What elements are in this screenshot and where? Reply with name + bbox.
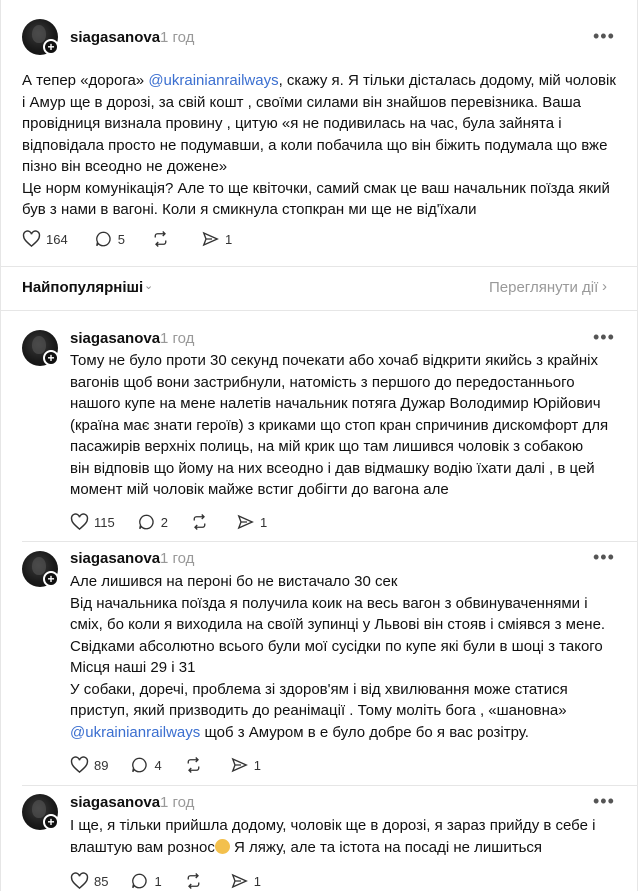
like-button[interactable]: 85 [70, 872, 108, 890]
comment-icon [132, 757, 148, 773]
divider [0, 266, 638, 267]
mention-link[interactable]: @ukrainianrailways [70, 724, 200, 741]
follow-plus-icon[interactable]: + [43, 571, 59, 587]
comment-button[interactable]: 5 [94, 230, 125, 248]
post-username[interactable]: siagasanova [70, 29, 160, 46]
share-icon [231, 757, 248, 773]
like-count: 85 [94, 873, 109, 889]
reply-time[interactable]: 1 год [160, 330, 194, 347]
chevron-down-icon[interactable]: ⌄ [144, 279, 153, 292]
reply-time[interactable]: 1 год [160, 794, 194, 811]
more-icon[interactable]: ••• [593, 548, 615, 566]
more-icon[interactable]: ••• [593, 328, 615, 346]
follow-plus-icon[interactable]: + [43, 39, 59, 55]
comment-count: 4 [154, 757, 162, 773]
reply-text-part: щоб з Амуром в е було добре бо я вас роз… [200, 723, 529, 741]
comment-button[interactable]: 4 [130, 756, 162, 774]
more-icon[interactable]: ••• [593, 27, 615, 45]
heart-icon [70, 513, 89, 531]
comment-button[interactable]: 1 [130, 872, 162, 890]
heart-icon [22, 230, 41, 248]
repost-icon [187, 873, 200, 889]
reply-time[interactable]: 1 год [160, 550, 194, 567]
like-button[interactable]: 89 [70, 756, 108, 774]
post-text: А тепер «дорога» @ukrainianrailways, ска… [22, 70, 622, 221]
reply-text: Але лишився на пероні бо не вистачало 30… [70, 571, 628, 743]
reply-text-part: Я ляжу, але та істота на посаді не лишит… [229, 838, 543, 856]
chevron-right-icon[interactable]: › [602, 278, 607, 295]
comment-icon [138, 514, 154, 530]
repost-icon [193, 514, 206, 530]
sort-dropdown[interactable]: Найпопулярніші [22, 279, 143, 296]
reply-actions: 89 4 1 [70, 754, 275, 776]
comment-icon [95, 231, 111, 247]
comment-count: 1 [154, 873, 162, 889]
reply-text: Тому не було проти 30 секунд почекати аб… [70, 352, 609, 498]
comment-button[interactable]: 2 [137, 513, 168, 531]
share-count: 1 [253, 757, 261, 773]
like-count: 164 [46, 231, 68, 247]
reply-username[interactable]: siagasanova [70, 550, 160, 567]
reply-actions: 85 1 1 [70, 870, 275, 891]
share-button[interactable]: 1 [230, 756, 261, 774]
mention-link[interactable]: @ukrainianrailways [148, 72, 278, 89]
heart-icon [70, 756, 89, 774]
share-icon [237, 514, 254, 530]
share-count: 1 [253, 873, 261, 889]
repost-icon [154, 231, 167, 247]
follow-plus-icon[interactable]: + [43, 814, 59, 830]
share-count: 1 [259, 514, 268, 530]
like-count: 115 [94, 514, 115, 530]
like-button[interactable]: 164 [22, 230, 68, 248]
repost-button[interactable] [190, 513, 214, 531]
share-button[interactable]: 1 [236, 513, 267, 531]
share-icon [202, 231, 219, 247]
repost-button[interactable] [184, 872, 208, 890]
share-count: 1 [224, 231, 233, 247]
divider [0, 310, 638, 311]
like-button[interactable]: 115 [70, 513, 115, 531]
repost-button[interactable] [184, 756, 208, 774]
reply-username[interactable]: siagasanova [70, 794, 160, 811]
comment-count: 5 [117, 231, 125, 247]
follow-plus-icon[interactable]: + [43, 350, 59, 366]
reply-username[interactable]: siagasanova [70, 330, 160, 347]
divider [22, 541, 638, 542]
share-icon [231, 873, 248, 889]
emoji-icon [214, 838, 230, 854]
share-button[interactable]: 1 [201, 230, 232, 248]
post-actions: 164 5 1 [22, 228, 246, 250]
post-time[interactable]: 1 год [160, 29, 194, 46]
sort-bar: Найпопулярніші ⌄ Переглянути дії › [0, 268, 638, 308]
comment-count: 2 [160, 514, 168, 530]
reply-actions: 115 2 1 [70, 511, 281, 533]
more-icon[interactable]: ••• [593, 792, 615, 810]
heart-icon [70, 872, 89, 890]
share-button[interactable]: 1 [230, 872, 261, 890]
comment-icon [132, 873, 148, 889]
repost-button[interactable] [151, 230, 175, 248]
like-count: 89 [94, 757, 109, 773]
reply-text: І ще, я тільки прийшла додому, чоловік щ… [70, 815, 628, 858]
view-activity-link[interactable]: Переглянути дії [489, 279, 598, 296]
repost-icon [187, 757, 200, 773]
post-text-part: А тепер «дорога» [22, 72, 149, 89]
post-text-part: , скажу я. Я тільки дісталась додому, мі… [22, 72, 616, 218]
reply-text-part: Але лишився на пероні бо не вистачало 30… [70, 573, 606, 719]
divider [22, 785, 638, 786]
